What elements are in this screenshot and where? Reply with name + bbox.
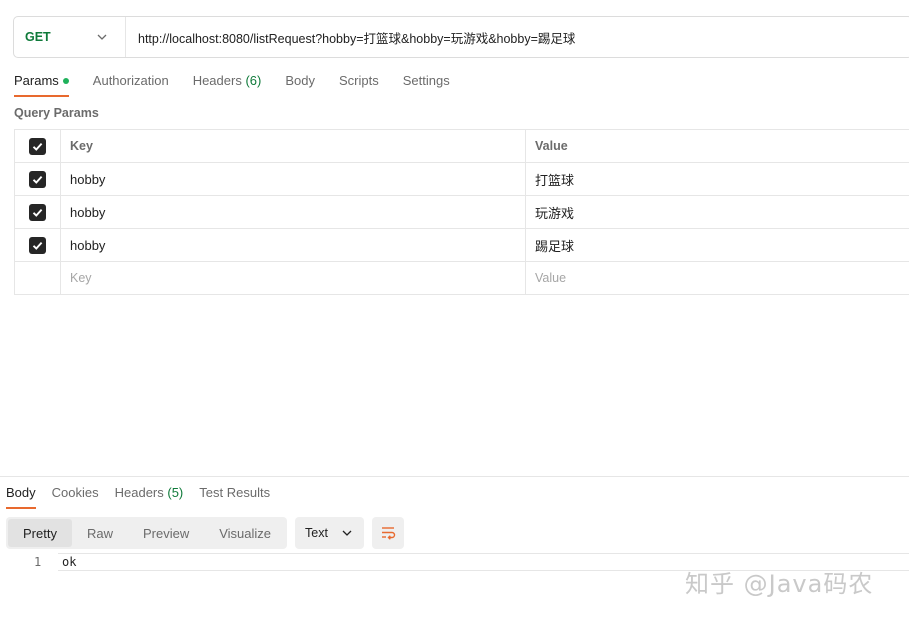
url-bar: GET http://localhost:8080/listRequest?ho… [13, 16, 909, 58]
params-table: Key Value hobby 打篮球 hobby 玩游戏 hobby 踢足球 … [14, 129, 909, 295]
resp-tab-cookies[interactable]: Cookies [52, 485, 99, 509]
select-all-checkbox[interactable] [29, 137, 46, 155]
tab-params[interactable]: Params [14, 73, 69, 97]
watermark: 知乎 @Java码农 [685, 570, 874, 598]
checkbox-checked-icon [32, 175, 43, 184]
resp-tab-headers-label: Headers [114, 485, 164, 500]
wrap-lines-icon [382, 527, 396, 540]
query-params-title: Query Params [14, 106, 99, 120]
tab-authorization-label: Authorization [92, 73, 169, 88]
tab-settings[interactable]: Settings [403, 73, 450, 97]
table-row: hobby 玩游戏 [14, 196, 909, 229]
method-label: GET [25, 30, 51, 44]
value-column-header: Value [535, 139, 568, 153]
new-param-row: Key Value [14, 262, 909, 295]
param-checkbox[interactable] [29, 236, 46, 254]
checkbox-checked-icon [32, 142, 43, 151]
request-tabs: Params Authorization Headers (6) Body Sc… [14, 73, 474, 97]
new-value-input[interactable]: Value [526, 262, 909, 294]
view-mode-segmented: Pretty Raw Preview Visualize [6, 517, 287, 549]
view-preview[interactable]: Preview [128, 519, 204, 547]
param-value: 踢足球 [535, 238, 575, 254]
tab-headers-count: (6) [245, 73, 262, 88]
params-active-dot [62, 77, 69, 84]
method-select[interactable]: GET [14, 17, 126, 57]
param-key: hobby [70, 237, 106, 253]
tab-settings-label: Settings [402, 73, 450, 88]
resp-tab-test-results[interactable]: Test Results [199, 485, 270, 509]
param-checkbox[interactable] [29, 203, 46, 221]
param-value: 玩游戏 [535, 205, 575, 221]
format-label: Text [305, 526, 328, 540]
param-key: hobby [70, 204, 106, 220]
chevron-down-icon [342, 530, 352, 536]
params-header-row: Key Value [14, 130, 909, 163]
checkbox-checked-icon [32, 208, 43, 217]
tab-headers[interactable]: Headers (6) [193, 73, 262, 97]
value-placeholder: Value [535, 271, 567, 285]
tab-scripts-label: Scripts [338, 73, 379, 88]
param-key-cell[interactable]: hobby [61, 163, 526, 195]
new-key-input[interactable]: Key [61, 262, 526, 294]
response-body-text[interactable]: ok [62, 555, 76, 569]
param-value-cell[interactable]: 打篮球 [526, 163, 909, 195]
select-all-cell [15, 130, 61, 162]
format-select[interactable]: Text [295, 517, 364, 549]
key-column-header: Key [70, 139, 93, 153]
resp-tab-cookies-label: Cookies [51, 485, 99, 500]
tab-params-label: Params [14, 73, 59, 88]
view-pretty[interactable]: Pretty [8, 519, 72, 547]
param-value: 打篮球 [535, 172, 575, 188]
table-row: hobby 打篮球 [14, 163, 909, 196]
wrap-lines-button[interactable] [372, 517, 404, 549]
empty-check-cell [15, 262, 61, 294]
resp-tab-test-results-label: Test Results [199, 485, 271, 500]
param-key: hobby [70, 171, 106, 187]
tab-body-label: Body [285, 73, 315, 88]
checkbox-checked-icon [32, 241, 43, 250]
response-divider[interactable] [0, 476, 909, 477]
table-row: hobby 踢足球 [14, 229, 909, 262]
param-value-cell[interactable]: 踢足球 [526, 229, 909, 261]
url-input[interactable]: http://localhost:8080/listRequest?hobby=… [126, 28, 575, 47]
line-number: 1 [34, 555, 42, 569]
param-value-cell[interactable]: 玩游戏 [526, 196, 909, 228]
resp-tab-headers-count: (5) [167, 485, 184, 500]
param-checkbox[interactable] [29, 170, 46, 188]
tab-body[interactable]: Body [285, 73, 315, 97]
key-placeholder: Key [70, 271, 92, 285]
code-area-top-border [58, 553, 909, 554]
view-raw[interactable]: Raw [72, 519, 128, 547]
tab-scripts[interactable]: Scripts [339, 73, 379, 97]
tab-authorization[interactable]: Authorization [93, 73, 169, 97]
view-visualize[interactable]: Visualize [204, 519, 286, 547]
resp-tab-body[interactable]: Body [6, 485, 36, 509]
resp-tab-headers[interactable]: Headers (5) [115, 485, 184, 509]
response-tabs: Body Cookies Headers (5) Test Results [6, 485, 286, 509]
param-key-cell[interactable]: hobby [61, 229, 526, 261]
param-key-cell[interactable]: hobby [61, 196, 526, 228]
tab-headers-label: Headers [192, 73, 242, 88]
chevron-down-icon [97, 34, 107, 40]
resp-tab-body-label: Body [6, 485, 36, 500]
